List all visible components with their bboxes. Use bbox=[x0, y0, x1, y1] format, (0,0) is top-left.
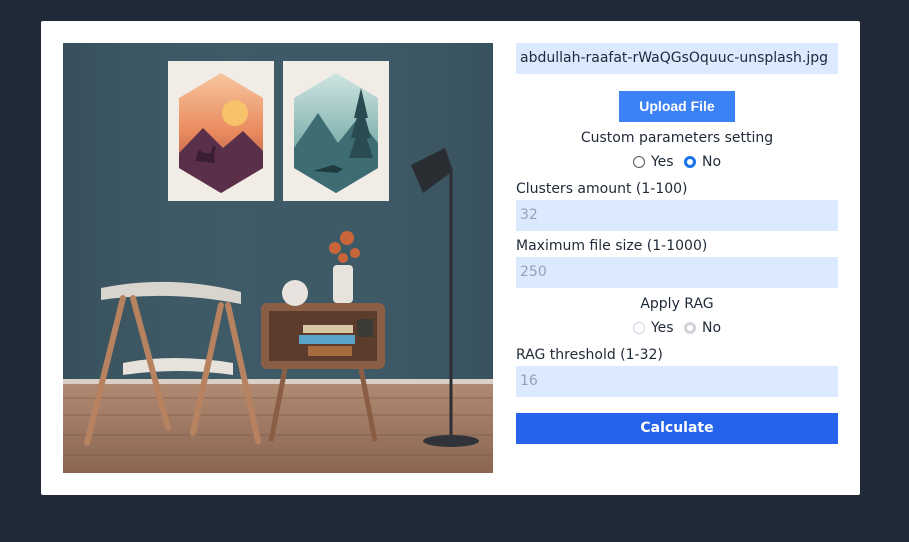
custom-params-no-option[interactable]: No bbox=[684, 154, 721, 170]
main-card: abdullah-raafat-rWaQGsOquuc-unsplash.jpg… bbox=[41, 21, 860, 495]
custom-params-yes-label: Yes bbox=[650, 154, 674, 170]
rag-yes-option[interactable]: Yes bbox=[632, 320, 674, 336]
max-file-size-input[interactable]: 250 bbox=[516, 257, 838, 288]
rag-radio-group: Yes No bbox=[516, 316, 838, 340]
rag-no-radio[interactable] bbox=[684, 322, 696, 334]
image-preview bbox=[63, 43, 493, 473]
custom-params-no-label: No bbox=[702, 154, 722, 170]
custom-params-yes-radio[interactable] bbox=[632, 156, 645, 168]
file-name-display: abdullah-raafat-rWaQGsOquuc-unsplash.jpg bbox=[516, 43, 838, 74]
rag-threshold-label: RAG threshold (1-32) bbox=[516, 347, 663, 363]
max-file-size-label: Maximum file size (1-1000) bbox=[516, 238, 708, 254]
custom-params-title: Custom parameters setting bbox=[580, 130, 774, 146]
clusters-label: Clusters amount (1-100) bbox=[516, 181, 688, 197]
apply-rag-title: Apply RAG bbox=[640, 296, 714, 312]
custom-params-no-radio[interactable] bbox=[684, 156, 696, 168]
clusters-input[interactable]: 32 bbox=[516, 200, 838, 231]
settings-panel: abdullah-raafat-rWaQGsOquuc-unsplash.jpg… bbox=[516, 43, 838, 444]
room-photo bbox=[63, 43, 493, 473]
rag-yes-label: Yes bbox=[650, 320, 674, 336]
calculate-button[interactable]: Calculate bbox=[516, 413, 838, 444]
custom-params-radio-group: Yes No bbox=[516, 150, 838, 174]
custom-params-yes-option[interactable]: Yes bbox=[632, 154, 674, 170]
rag-no-option[interactable]: No bbox=[684, 320, 721, 336]
rag-no-label: No bbox=[702, 320, 722, 336]
upload-file-button[interactable]: Upload File bbox=[619, 91, 735, 122]
rag-yes-radio[interactable] bbox=[632, 322, 645, 334]
rag-threshold-input[interactable]: 16 bbox=[516, 366, 838, 397]
